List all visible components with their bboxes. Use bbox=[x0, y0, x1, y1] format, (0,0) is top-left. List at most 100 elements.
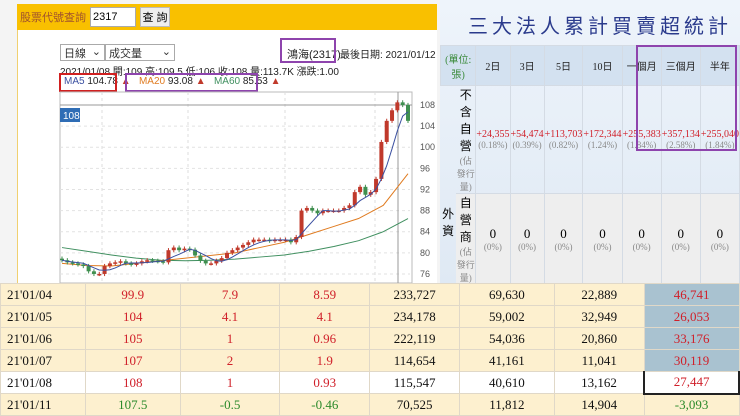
daily-cell: 14,904 bbox=[553, 393, 645, 416]
daily-cell: 104 bbox=[84, 305, 181, 328]
candle bbox=[358, 186, 363, 193]
daily-cell: 105 bbox=[84, 327, 181, 350]
daily-cell: 1.9 bbox=[279, 349, 371, 372]
y-tick-label: 104 bbox=[420, 121, 435, 131]
candle bbox=[171, 247, 176, 251]
price-tag-label: 108 bbox=[63, 111, 80, 122]
net-value: 0 bbox=[523, 226, 531, 241]
candle bbox=[256, 239, 261, 242]
y-tick-label: 92 bbox=[420, 184, 430, 194]
pct-value: (0%) bbox=[593, 242, 612, 252]
candle bbox=[400, 102, 405, 105]
daily-cell: 22,889 bbox=[553, 283, 645, 306]
candle bbox=[240, 244, 245, 248]
candle bbox=[299, 210, 304, 237]
candle bbox=[81, 264, 86, 267]
net-value: 0 bbox=[716, 226, 724, 241]
pct-value: (0%) bbox=[554, 242, 573, 252]
daily-cell: 107 bbox=[84, 349, 181, 372]
candle bbox=[235, 247, 240, 251]
candle bbox=[166, 250, 171, 263]
daily-cell: 107.5 bbox=[84, 393, 181, 416]
daily-cell: 21'01/06 bbox=[0, 327, 86, 350]
candle bbox=[198, 255, 203, 261]
daily-cell: -3,093 bbox=[643, 393, 740, 416]
daily-cell: 30,119 bbox=[643, 349, 740, 372]
long-period-highlight-box bbox=[636, 45, 737, 151]
daily-cell: 40,610 bbox=[459, 371, 555, 394]
daily-cell: 7.9 bbox=[179, 283, 281, 306]
net-value: 0 bbox=[599, 226, 606, 241]
daily-cell: 4.1 bbox=[179, 305, 281, 328]
candle bbox=[86, 266, 91, 272]
pct-value: (1.24%) bbox=[587, 140, 618, 150]
daily-cell: 26,053 bbox=[643, 305, 740, 328]
candle bbox=[379, 141, 384, 179]
daily-table: 21'01/04 99.9 7.9 8.59 233,727 69,630 22,889 46… bbox=[0, 283, 740, 416]
y-tick-label: 76 bbox=[420, 269, 430, 279]
candle bbox=[246, 242, 251, 245]
candle bbox=[129, 263, 134, 265]
daily-cell: 13,162 bbox=[553, 371, 645, 394]
daily-cell: -0.46 bbox=[279, 393, 371, 416]
candle bbox=[352, 192, 357, 206]
net-value: +113,703 bbox=[544, 129, 583, 140]
candle bbox=[203, 260, 208, 264]
daily-cell: 32,949 bbox=[553, 305, 645, 328]
daily-cell: 54,036 bbox=[459, 327, 555, 350]
chart-panel: 股票代號查詢 查 詢 日線⌄ 成交量⌄ 鴻海(2317) 最後日期: 2021/… bbox=[0, 0, 440, 283]
net-value: +172,344 bbox=[583, 129, 622, 140]
daily-cell: 108 bbox=[84, 371, 181, 394]
y-tick-label: 108 bbox=[420, 100, 435, 110]
pct-value: (0%) bbox=[671, 242, 690, 252]
institutional-row: 自營商 (佔發行量) 0 (0%) 0 (0%) 0 (0%) 0 (0%) 0 (0%) 0 (0%) 0… bbox=[441, 193, 740, 285]
daily-cell: 70,525 bbox=[369, 393, 461, 416]
daily-cell: 27,447 bbox=[643, 371, 740, 395]
pct-value: (0.82%) bbox=[548, 140, 579, 150]
pct-value: (0%) bbox=[632, 242, 651, 252]
candle bbox=[251, 239, 256, 243]
daily-row: 21'01/11 107.5 -0.5 -0.46 70,525 11,812 14,904… bbox=[0, 393, 740, 416]
candle bbox=[118, 261, 123, 263]
daily-cell: 21'01/05 bbox=[0, 305, 86, 328]
candle bbox=[230, 250, 235, 253]
candle bbox=[390, 110, 395, 121]
daily-cell: 233,727 bbox=[369, 283, 461, 306]
daily-cell: 8.59 bbox=[279, 283, 371, 306]
ma60-line bbox=[61, 218, 409, 262]
candle bbox=[97, 273, 102, 276]
candle bbox=[113, 262, 118, 264]
y-tick-label: 88 bbox=[420, 206, 430, 216]
row-sub-label: (佔發行量) bbox=[456, 247, 475, 283]
period-header: 10日 bbox=[582, 45, 623, 86]
y-tick-label: 100 bbox=[420, 142, 435, 152]
candlestick-chart[interactable]: 108 104 100 96 92 88 84 80 76 108 bbox=[0, 0, 440, 283]
institutional-title: 三大法人累計買賣超統計 bbox=[468, 16, 732, 38]
period-header: 5日 bbox=[543, 45, 584, 86]
daily-cell: 46,741 bbox=[643, 283, 740, 306]
daily-cell: 21'01/11 bbox=[0, 393, 86, 416]
net-value: 0 bbox=[560, 226, 567, 241]
unit-label: (單位:張) bbox=[439, 45, 477, 86]
daily-row: 21'01/08 108 1 0.93 115,547 40,610 13,162 27,44… bbox=[0, 371, 740, 395]
candle bbox=[107, 263, 112, 267]
daily-row: 21'01/07 107 2 1.9 114,654 41,161 11,041 30,119 bbox=[0, 349, 740, 372]
row-label: 自營商 bbox=[459, 196, 472, 244]
pct-value: (0.39%) bbox=[512, 140, 542, 150]
period-header: 3日 bbox=[509, 45, 545, 86]
daily-cell: 21'01/08 bbox=[0, 371, 86, 394]
pct-value: (0%) bbox=[483, 242, 502, 252]
daily-cell: 1 bbox=[179, 327, 281, 350]
daily-row: 21'01/06 105 1 0.96 222,119 54,036 20,860 33,17… bbox=[0, 327, 740, 350]
pct-value: (0.18%) bbox=[478, 140, 508, 150]
daily-row: 21'01/05 104 4.1 4.1 234,178 59,002 32,949 26,0… bbox=[0, 305, 740, 328]
daily-cell: 20,860 bbox=[553, 327, 645, 350]
candle bbox=[145, 260, 150, 262]
net-value: 0 bbox=[677, 226, 685, 241]
daily-cell: 234,178 bbox=[369, 305, 461, 328]
daily-cell: 222,119 bbox=[369, 327, 461, 350]
row-sub-label: (佔發行量) bbox=[456, 156, 475, 192]
candle bbox=[225, 252, 230, 259]
daily-cell: 59,002 bbox=[459, 305, 555, 328]
candle bbox=[304, 207, 309, 211]
